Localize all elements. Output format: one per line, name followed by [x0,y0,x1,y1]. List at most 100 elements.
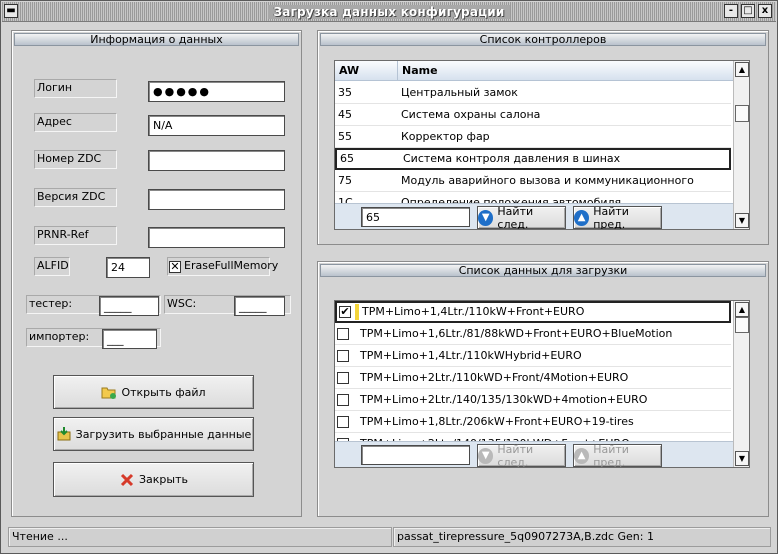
download-row-checkbox[interactable] [337,372,349,384]
controller-row[interactable]: 75 Модуль аварийного вызова и коммуникаци… [335,170,731,209]
scroll-down-icon[interactable]: ▼ [735,213,749,228]
zdc-number-label: Номер ZDC [34,150,117,169]
controller-name: Система контроля давления в шинах [403,152,621,165]
scroll-up-icon[interactable]: ▲ [735,62,749,77]
download-row[interactable]: TPM+Limo+2Ltr./140/135/130kWD+4motion+EU… [335,389,731,411]
prnr-ref-field[interactable] [148,227,285,248]
prnr-ref-label: PRNR-Ref [34,226,117,245]
open-file-label: Открыть файл [121,385,206,399]
scroll-down-icon[interactable]: ▼ [735,451,749,466]
address-label: Адрес [34,113,117,132]
download-find-next-label: Найти след. [497,442,534,468]
column-aw[interactable]: AW [339,61,359,81]
selection-marker [355,304,359,320]
erase-memory-checkbox[interactable]: ✕ [169,261,181,273]
status-left: Чтение ... [8,527,392,547]
info-panel-title: Информация о данных [14,33,299,46]
download-panel-title: Список данных для загрузки [320,264,766,277]
info-panel: Информация о данных Логин ●●●●● Адрес N/… [11,30,302,517]
download-panel: Список данных для загрузки ✔ TPM+Limo+1,4… [317,261,769,517]
arrow-down-icon: ▼ [478,209,494,226]
download-row-checkbox[interactable] [337,350,349,362]
download-find-prev-button[interactable]: ▲ Найти пред. [573,442,662,468]
address-field[interactable]: N/A [148,115,285,136]
controllers-list[interactable]: AW Name 35 Центральный замок 45 Система охр… [334,60,750,230]
login-field[interactable]: ●●●●● [148,81,285,102]
download-row-checkbox[interactable] [337,328,349,340]
download-row-name: TPM+Limo+1,4Ltr./110kWHybrid+EURO [360,349,582,362]
alfid-field[interactable]: 24 [106,257,150,278]
download-find-bar: ▼ Найти след. ▲ Найти пред. [335,441,733,468]
controllers-find-prev-button[interactable]: ▲ Найти пред. [573,204,662,230]
load-selected-button[interactable]: Загрузить выбранные данные [53,417,254,451]
load-data-icon [56,426,72,442]
importer-field[interactable]: ___ [102,329,157,349]
open-file-button[interactable]: Открыть файл [53,375,254,409]
minimize-button[interactable]: - [724,4,738,18]
download-search-input[interactable] [361,445,470,465]
download-row-name: TPM+Limo+1,8Ltr./206kW+Front+EURO+19-tir… [360,415,634,428]
download-find-next-button[interactable]: ▼ Найти след. [477,442,566,468]
controllers-panel: Список контроллеров AW Name 35 Центральны… [317,30,769,245]
controller-aw: 75 [338,174,352,187]
download-row-name: TPM+Limo+2Ltr./110kWD+Front/4Motion+EURO [360,371,629,384]
login-label: Логин [34,79,117,98]
arrow-down-icon: ▼ [478,447,494,464]
status-right: passat_tirepressure_5q0907273A,B.zdc Gen… [393,527,771,547]
controller-row[interactable]: 55 Корректор фар [335,126,731,148]
download-row[interactable]: TPM+Limo+1,8Ltr./206kW+Front+EURO+19-tir… [335,411,731,433]
arrow-up-icon: ▲ [574,447,590,464]
download-list[interactable]: ✔ TPM+Limo+1,4Ltr./110kW+Front+EURO TPM+Li… [334,300,750,468]
download-row[interactable]: TPM+Limo+2Ltr./110kWD+Front/4Motion+EURO [335,367,731,389]
close-label: Закрыть [139,473,188,486]
tester-field[interactable]: _____ [99,296,159,316]
download-find-prev-label: Найти пред. [593,442,629,468]
controller-name: Система охраны салона [401,108,541,121]
download-row-checkbox[interactable] [337,394,349,406]
download-row-name: TPM+Limo+2Ltr./140/135/130kWD+4motion+EU… [360,393,648,406]
load-selected-label: Загрузить выбранные данные [75,427,252,441]
controllers-list-header: AW Name [335,61,735,81]
column-name[interactable]: Name [402,61,438,81]
controller-row[interactable]: 65 Система контроля давления в шинах [335,148,731,170]
controllers-find-bar: 65 ▼ Найти след. ▲ Найти пред. [335,203,733,230]
controller-row[interactable]: 35 Центральный замок [335,82,731,104]
download-row[interactable]: TPM+Limo+1,6Ltr./81/88kWD+Front+EURO+Blu… [335,323,731,345]
download-row-name: TPM+Limo+1,6Ltr./81/88kWD+Front+EURO+Blu… [360,327,673,340]
download-row[interactable]: TPM+Limo+1,4Ltr./110kWHybrid+EURO [335,345,731,367]
maximize-button[interactable]: □ [741,4,755,18]
zdc-version-field[interactable] [148,189,285,210]
controller-aw: 35 [338,86,352,99]
alfid-label: ALFID [34,257,70,276]
controllers-panel-title: Список контроллеров [320,33,766,46]
zdc-number-field[interactable] [148,150,285,171]
title-bar[interactable]: ▬ Загрузка данных конфигурации - □ x [2,2,776,22]
download-row[interactable]: ✔ TPM+Limo+1,4Ltr./110kW+Front+EURO [335,301,731,323]
download-row-name: TPM+Limo+1,4Ltr./110kW+Front+EURO [362,305,585,318]
controllers-find-prev-label: Найти пред. [593,204,629,230]
scroll-thumb[interactable] [735,105,749,122]
controllers-find-next-button[interactable]: ▼ Найти след. [477,204,566,230]
download-row-checkbox[interactable]: ✔ [339,306,351,318]
zdc-version-label: Версия ZDC [34,188,117,207]
arrow-up-icon: ▲ [574,209,590,226]
wsc-field[interactable]: _____ [234,296,285,316]
scroll-thumb[interactable] [735,317,749,333]
close-x-icon [119,472,135,488]
download-scrollbar[interactable]: ▲ ▼ [733,301,749,467]
controller-aw: 55 [338,130,352,143]
close-button[interactable]: Закрыть [53,462,254,497]
scroll-up-icon[interactable]: ▲ [735,302,749,317]
controllers-find-next-label: Найти след. [497,204,534,230]
close-window-button[interactable]: x [758,4,772,18]
controllers-search-input[interactable]: 65 [361,207,470,227]
download-row-checkbox[interactable] [337,416,349,428]
open-folder-icon [101,384,117,400]
controller-row[interactable]: 45 Система охраны салона [335,104,731,126]
controllers-scrollbar[interactable]: ▲ ▼ [733,61,749,229]
main-window: ▬ Загрузка данных конфигурации - □ x Инф… [0,0,778,554]
controller-aw: 45 [338,108,352,121]
controller-name: Центральный замок [401,86,518,99]
erase-memory-label: EraseFullMemory [184,259,279,272]
erase-memory-option[interactable]: EraseFullMemory [167,257,278,276]
